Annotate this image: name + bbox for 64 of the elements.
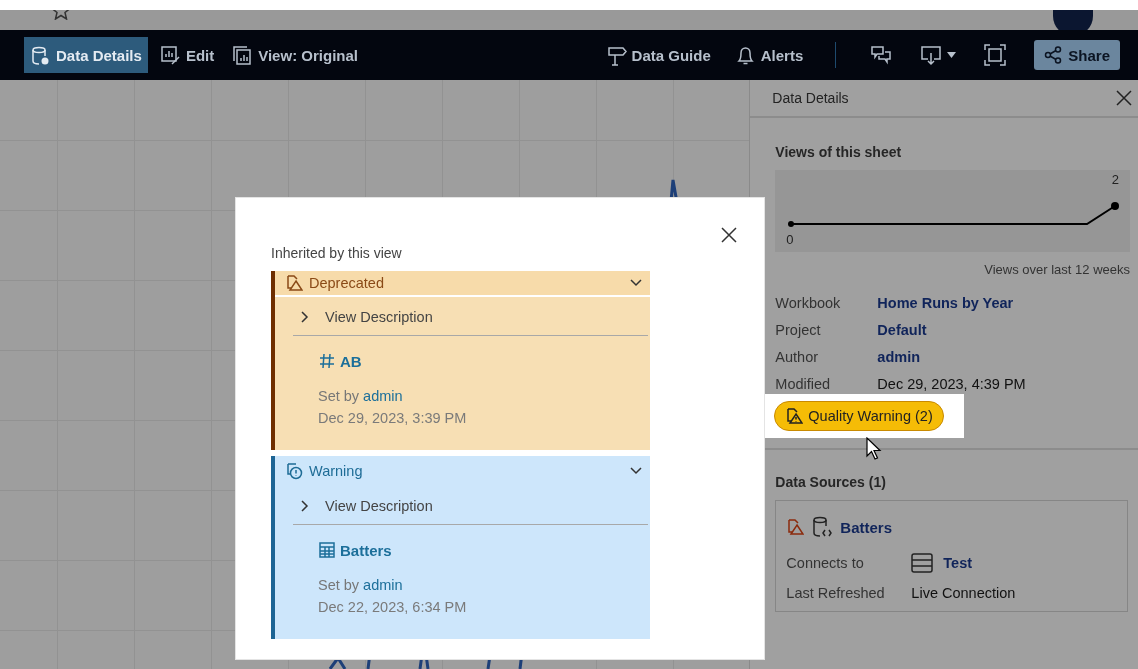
share-icon — [1044, 46, 1063, 64]
view-description-toggle[interactable]: View Description — [293, 494, 648, 525]
field-link[interactable]: Test — [943, 555, 973, 571]
warning-icon — [786, 518, 805, 536]
bell-icon — [734, 44, 756, 66]
date-text: Dec 22, 2023, 6:34 PM — [318, 599, 468, 615]
field-label: Modified — [775, 376, 832, 392]
database-icon — [30, 44, 51, 66]
field-label: Last Refreshed — [786, 585, 886, 601]
set-by-label: Set by — [318, 577, 360, 593]
toolbar-tab[interactable]: Edit — [153, 37, 221, 73]
field-link[interactable]: Home Runs by Year — [877, 295, 1130, 311]
chevron-right-icon — [301, 311, 309, 323]
close-icon[interactable] — [1116, 90, 1132, 106]
warning-header[interactable]: Deprecated — [275, 271, 650, 297]
server-icon — [911, 553, 934, 573]
section-title: Data Sources (1) — [775, 474, 887, 490]
chevron-down-icon — [630, 279, 642, 287]
monitor-download-icon — [920, 44, 943, 66]
set-by-label: Set by — [318, 388, 360, 404]
toolbar-tab[interactable]: Data Details — [24, 37, 148, 73]
close-icon[interactable] — [721, 227, 737, 243]
field-value: Live Connection — [911, 585, 1016, 601]
comments-icon[interactable] — [870, 44, 893, 66]
edit-chart-icon — [159, 44, 181, 66]
axis-label: 2 — [1111, 172, 1119, 187]
data-source-icon — [811, 515, 834, 539]
toolbar-tab[interactable]: View: Original — [226, 37, 364, 73]
field-link[interactable]: admin — [877, 349, 1130, 365]
field-label: Project — [775, 322, 822, 338]
chevron-down-icon — [630, 467, 642, 475]
field-value: Dec 29, 2023, 4:39 PM — [877, 376, 1027, 392]
warning-icon — [785, 407, 804, 425]
data-source-link[interactable]: Batters — [840, 518, 893, 536]
signpost-icon — [605, 44, 627, 66]
chevron-right-icon — [301, 500, 309, 512]
panel-title: Data Details — [772, 90, 849, 106]
asset-link[interactable]: Batters — [340, 541, 392, 559]
user-link[interactable]: admin — [363, 388, 403, 404]
caret-icon — [947, 52, 957, 58]
download-button[interactable] — [920, 44, 957, 66]
toolbar-button[interactable]: Alerts — [728, 37, 810, 73]
chart-caption: Views over last 12 weeks — [983, 262, 1130, 277]
view-description-toggle[interactable]: View Description — [293, 305, 648, 336]
axis-label: 0 — [786, 232, 794, 247]
field-label: Connects to — [786, 555, 865, 571]
field-label: Workbook — [775, 295, 842, 311]
quality-warning-badge[interactable]: Quality Warning (2) — [774, 401, 944, 431]
table-icon — [318, 541, 336, 559]
field-label: Author — [775, 349, 820, 365]
section-title: Views of this sheet — [775, 144, 903, 160]
deprecated-icon — [285, 274, 303, 292]
date-text: Dec 29, 2023, 3:39 PM — [318, 410, 468, 426]
user-link[interactable]: admin — [363, 577, 403, 593]
toolbar-button[interactable]: Data Guide — [599, 37, 717, 73]
dialog-title: Inherited by this view — [271, 245, 402, 261]
fullscreen-icon[interactable] — [984, 44, 1007, 66]
avatar[interactable] — [1053, 10, 1093, 30]
share-button[interactable]: Share — [1034, 40, 1120, 70]
asset-link[interactable]: AB — [340, 352, 362, 370]
view-icon — [232, 44, 254, 66]
warning-icon — [285, 462, 303, 480]
field-link[interactable]: Default — [877, 322, 1130, 338]
number-field-icon — [318, 352, 336, 370]
